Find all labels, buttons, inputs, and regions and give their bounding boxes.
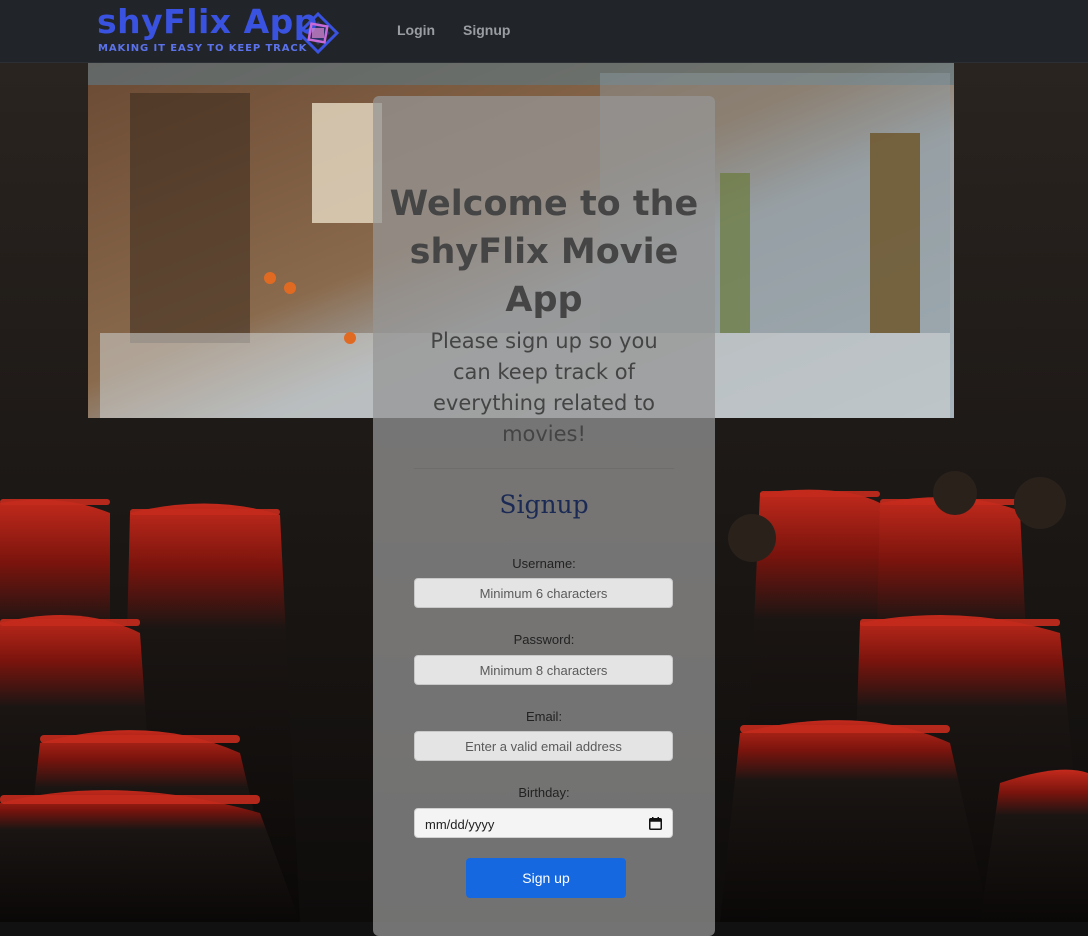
brand-logo-link[interactable]: shyFlix App MAKING IT EASY TO KEEP TRACK <box>97 2 342 56</box>
birthday-value: mm/dd/yyyy <box>425 817 495 832</box>
birthday-input[interactable]: mm/dd/yyyy <box>414 808 673 838</box>
brand-name: shyFlix App <box>97 2 318 41</box>
brand-tagline: MAKING IT EASY TO KEEP TRACK <box>98 43 308 54</box>
film-logo-icon <box>297 12 339 54</box>
signup-heading: Signup <box>499 490 589 519</box>
username-input[interactable] <box>414 578 673 608</box>
welcome-title: Welcome to the shyFlix Movie App <box>389 184 699 320</box>
divider <box>414 468 674 469</box>
password-input[interactable] <box>414 655 673 685</box>
email-input[interactable] <box>414 731 673 761</box>
calendar-icon[interactable] <box>649 817 662 830</box>
nav-login-link[interactable]: Login <box>397 22 435 38</box>
welcome-subtitle: Please sign up so you can keep track of … <box>430 329 658 446</box>
username-label: Username: <box>512 556 576 571</box>
navbar: shyFlix App MAKING IT EASY TO KEEP TRACK… <box>0 0 1088 63</box>
signup-panel: Welcome to the shyFlix Movie App Please … <box>373 96 715 936</box>
nav-signup-link[interactable]: Signup <box>463 22 510 38</box>
password-label: Password: <box>513 632 575 647</box>
birthday-label: Birthday: <box>518 785 570 800</box>
signup-submit-button[interactable]: Sign up <box>466 858 626 898</box>
email-label: Email: <box>525 709 563 724</box>
